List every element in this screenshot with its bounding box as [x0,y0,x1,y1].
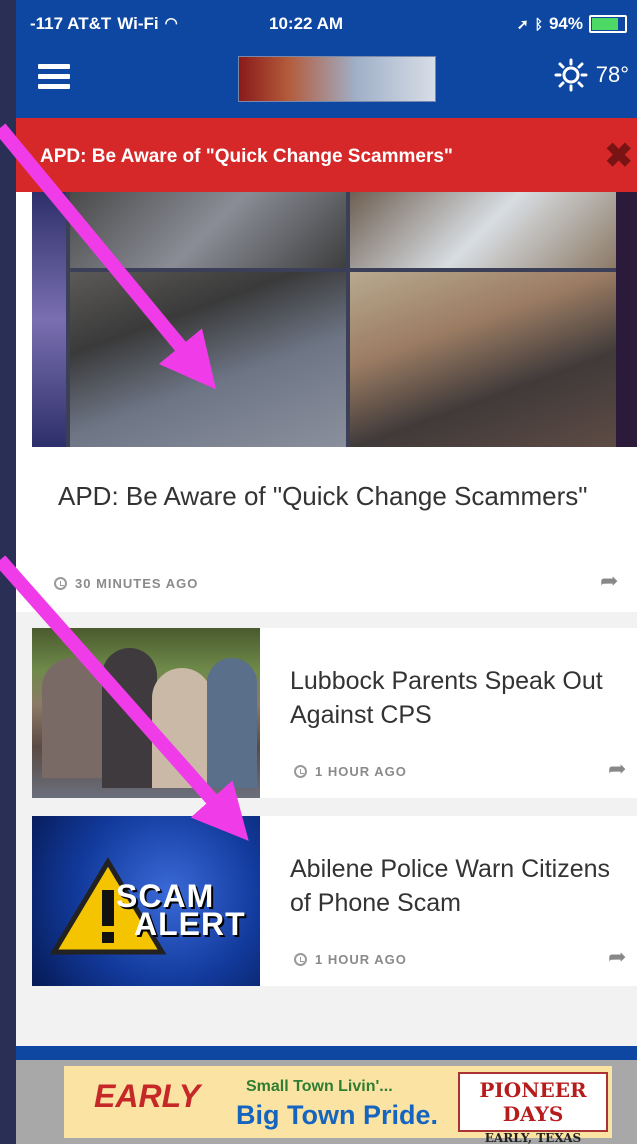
ad-content[interactable]: EARLY Small Town Livin'... Big Town Prid… [64,1066,612,1144]
battery-level [592,18,619,30]
footer-divider [16,1046,637,1060]
story-card-scam[interactable]: SCAM ALERT Abilene Police Warn Citizens … [32,816,637,986]
story-meta-scam: 1 HOUR AGO [294,952,407,967]
clock-time: 10:22 AM [269,14,344,33]
app-header: 78° [16,44,637,118]
hero-story-meta: 30 MINUTES AGO [54,576,198,591]
ad-tagline-small: Small Town Livin'... [246,1078,393,1095]
sun-icon [554,58,588,92]
battery-percent: 94% [548,14,583,33]
close-icon[interactable]: ✖ [605,136,634,176]
ad-banner[interactable]: EARLY Small Town Livin'... Big Town Prid… [16,1060,637,1144]
weather-temp: 78° [595,62,629,87]
breaking-alert-banner[interactable]: APD: Be Aware of "Quick Change Scammers"… [16,118,637,192]
carrier-label: -117 AT&T [30,14,112,33]
clock-icon [294,953,307,966]
hero-story-image [32,192,637,447]
story-title-scam[interactable]: Abilene Police Warn Citizens of Phone Sc… [290,852,620,920]
status-bar: -117 AT&T Wi-Fi ◠ 10:22 AM ➚ ᛒ 94% [16,0,637,44]
scam-alert-text: SCAM ALERT [116,878,246,942]
phone-screen: -117 AT&T Wi-Fi ◠ 10:22 AM ➚ ᛒ 94% 78° A… [16,0,637,1144]
weather-button[interactable]: 78° [554,58,629,92]
ad-brand: EARLY [94,1078,201,1114]
station-logo[interactable] [238,56,436,102]
network-label: Wi-Fi [117,14,159,33]
ad-tagline-large: Big Town Pride. [236,1100,438,1130]
location-icon: ➚ [516,15,529,32]
story-meta-cps: 1 HOUR AGO [294,764,407,779]
share-icon[interactable]: ➦ [608,944,626,970]
clock-icon [294,765,307,778]
hero-story-title[interactable]: APD: Be Aware of "Quick Change Scammers" [58,480,598,512]
alert-text: APD: Be Aware of "Quick Change Scammers" [40,146,453,167]
hero-time-ago: 30 MINUTES AGO [75,576,199,591]
bluetooth-icon: ᛒ [534,16,543,32]
menu-icon[interactable] [38,64,70,90]
clock-icon [54,577,67,590]
story-thumbnail-scam: SCAM ALERT [32,816,260,986]
story-time-cps: 1 HOUR AGO [315,764,407,779]
share-icon[interactable]: ➦ [608,756,626,782]
story-card-cps[interactable]: Lubbock Parents Speak Out Against CPS 1 … [32,628,637,798]
story-time-scam: 1 HOUR AGO [315,952,407,967]
wifi-icon: ◠ [164,15,178,32]
story-thumbnail-cps [32,628,260,798]
ad-pioneer-days-logo: PIONEER DAYS EARLY, TEXAS [458,1072,608,1144]
story-title-cps[interactable]: Lubbock Parents Speak Out Against CPS [290,664,620,732]
share-icon[interactable]: ➦ [600,568,618,594]
battery-icon [589,15,627,33]
hero-story-card[interactable]: APD: Be Aware of "Quick Change Scammers"… [16,192,637,612]
